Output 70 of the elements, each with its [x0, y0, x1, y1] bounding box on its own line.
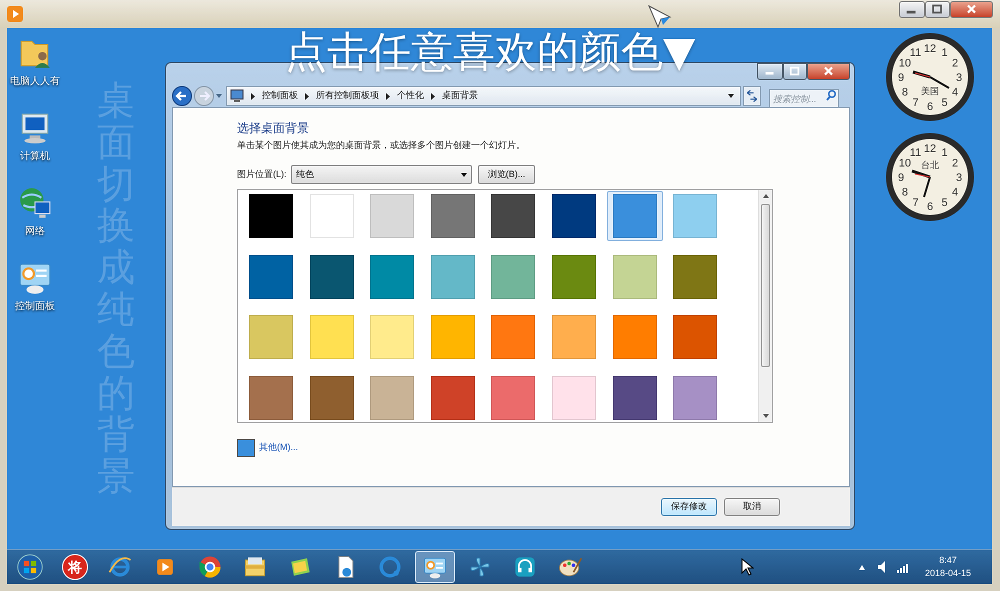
chevron-icon[interactable]	[305, 92, 309, 100]
clock-label: 台北	[921, 160, 939, 170]
clock-numeral: 8	[902, 86, 908, 98]
desktop-icon-label[interactable]: 网络	[25, 224, 45, 239]
show-hidden-icons-icon[interactable]	[858, 564, 865, 570]
chevron-icon[interactable]	[251, 92, 255, 100]
position-label: 图片位置(L):	[237, 168, 288, 181]
clock-numeral: 11	[910, 146, 922, 159]
page-description: 单击某个图片使其成为您的桌面背景，或选择多个图片创建一个幻灯片。	[237, 139, 526, 151]
clock-numeral: 12	[924, 143, 936, 155]
clock-numeral: 3	[956, 72, 962, 84]
clock-numeral: 6	[926, 201, 934, 213]
clock-numeral: 10	[898, 58, 912, 70]
clock-numeral: 12	[924, 43, 936, 55]
caret-icon	[461, 172, 467, 176]
desktop-icon-label[interactable]: 电脑人人有	[10, 74, 60, 89]
chevron-icon[interactable]	[386, 92, 390, 100]
clock-numeral: 5	[941, 97, 948, 110]
speaker-icon[interactable]	[878, 561, 886, 573]
clock-numeral: 4	[952, 186, 958, 198]
start-icon	[16, 553, 44, 581]
clock-numeral: 2	[952, 158, 958, 170]
clock-label: 美国	[921, 86, 939, 96]
clock-numeral: 9	[898, 172, 904, 184]
monitor-icon	[230, 89, 244, 103]
address-bar[interactable]: 控制面板 所有控制面板项 个性化 桌面背景	[226, 86, 741, 106]
breadcrumb[interactable]: 桌面背景	[442, 89, 478, 103]
color-swatch[interactable]	[606, 191, 663, 241]
caption-text: 点击任意喜欢的颜色▼	[285, 30, 696, 74]
clock-numeral: 8	[902, 186, 908, 198]
breadcrumb[interactable]: 控制面板	[262, 89, 298, 103]
desktop-icon-label[interactable]: 计算机	[20, 149, 50, 164]
clock-numeral: 4	[952, 86, 958, 98]
other-color-link[interactable]: 其他(M)...	[259, 441, 298, 455]
cursor-icon	[740, 558, 754, 576]
scrollbar[interactable]	[758, 190, 772, 422]
desktop-icon-label[interactable]: 控制面板	[15, 299, 55, 314]
chevron-icon[interactable]	[431, 92, 435, 100]
search-icon[interactable]	[826, 90, 836, 101]
network-icon[interactable]	[896, 562, 908, 572]
clock-numeral: 2	[952, 58, 958, 70]
dropdown-caret-icon[interactable]	[728, 94, 734, 98]
browse-button[interactable]: 浏览(B)...	[478, 165, 535, 184]
network-icon[interactable]	[17, 185, 53, 221]
page-heading: 选择桌面背景	[237, 120, 310, 136]
clock-numeral: 11	[910, 46, 922, 59]
breadcrumb[interactable]: 个性化	[397, 89, 424, 103]
clock-numeral: 9	[898, 72, 904, 84]
scroll-up-icon[interactable]	[763, 194, 769, 198]
breadcrumb[interactable]: 所有控制面板项	[316, 89, 379, 103]
cancel-button[interactable]: 取消	[724, 498, 780, 516]
save-button[interactable]: 保存修改	[661, 498, 717, 516]
clock-numeral: 10	[898, 158, 912, 170]
position-dropdown[interactable]: 纯色	[291, 165, 472, 184]
taskbar-button[interactable]	[415, 551, 455, 583]
clock-numeral: 7	[912, 97, 919, 110]
clock-date[interactable]: 2018-04-15	[924, 567, 971, 580]
clock-numeral: 6	[926, 101, 934, 113]
clock-numeral: 7	[912, 197, 919, 210]
clock-numeral: 1	[941, 46, 948, 59]
clock-numeral: 3	[956, 172, 962, 184]
scroll-down-icon[interactable]	[763, 414, 769, 418]
refresh-button[interactable]	[744, 87, 760, 105]
clock-numeral: 1	[941, 146, 948, 159]
back-button[interactable]	[172, 86, 192, 106]
scroll-thumb[interactable]	[761, 204, 770, 367]
clock-numeral: 5	[941, 197, 948, 210]
color-preview[interactable]	[237, 439, 255, 457]
app-icon	[7, 6, 23, 22]
clock-time[interactable]: 8:47	[939, 554, 957, 567]
